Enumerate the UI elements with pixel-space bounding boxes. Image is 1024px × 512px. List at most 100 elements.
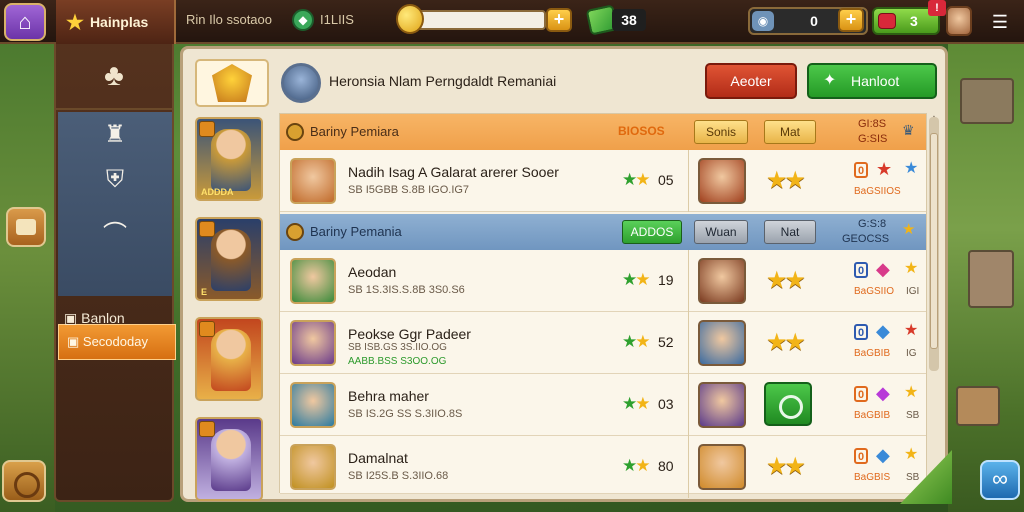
star-icon: ★ [904, 384, 919, 401]
add-energy-button[interactable]: + [838, 8, 864, 32]
group-header[interactable]: Bariny Pemania ADDOS Wuan Nat G:S:8 GEOC… [280, 214, 926, 250]
nav-item-banlon[interactable]: ▣ Banlon [56, 300, 174, 336]
pin-icon [199, 421, 215, 437]
table-row[interactable]: Peokse Ggr Padeer SB ISB.GS 3S.IIO.OG ★★ 52… [280, 312, 926, 374]
meta-code: BaGBIS [854, 472, 891, 483]
upgrade-button[interactable] [764, 382, 812, 426]
title-tab[interactable]: ★ Hainplas [56, 0, 176, 44]
ruby-icon [878, 13, 896, 29]
item-name: Damalnat [348, 450, 408, 466]
action-red-button[interactable]: Aeoter [705, 63, 797, 99]
scroll-thumb[interactable] [930, 133, 938, 349]
hero-figure [211, 129, 251, 191]
item-portrait[interactable] [698, 258, 746, 304]
hero-card[interactable] [195, 317, 263, 401]
player-avatar[interactable] [946, 6, 972, 36]
hero-figure [211, 229, 251, 291]
meta-code: BaGBIB [854, 410, 891, 421]
nav-active-label: Secododay [82, 334, 148, 349]
item-portrait[interactable] [698, 320, 746, 366]
meta-code: BaGSIIO [854, 286, 895, 297]
stars-icon: ★★ [766, 329, 806, 356]
hero-card[interactable]: E [195, 217, 263, 301]
arch-icon[interactable]: ⌒ [58, 214, 172, 249]
item-subtitle: SB I5GBB S.8B IGO.IG7 [348, 184, 470, 196]
hero-figure [211, 429, 251, 491]
cash-value: 38 [612, 9, 646, 31]
group-chip[interactable]: Mat [764, 120, 816, 144]
rating-stars-icon: ★★ [622, 332, 651, 351]
action-green-button[interactable]: Hanloot [807, 63, 937, 99]
menu-button[interactable]: ☰ [982, 8, 1018, 36]
item-extra: AABB.BSS S3OO.OG [348, 356, 447, 367]
item-portrait[interactable] [698, 444, 746, 490]
group-value: BIOSOS [618, 124, 665, 138]
pin-icon [199, 221, 215, 237]
meta-number: 0 [854, 448, 868, 464]
item-portrait[interactable] [698, 158, 746, 204]
meta-code-2: IG [906, 348, 917, 359]
rating-number: 80 [658, 458, 674, 474]
item-portrait[interactable] [698, 382, 746, 428]
home-button[interactable]: ⌂ [4, 3, 46, 41]
gem-shape-icon: ◆ [876, 383, 890, 403]
top-bar: ⌂ ★ Hainplas Rin Ilo ssotaoo ◆ I1LIIS + … [0, 0, 1024, 44]
alert-badge[interactable]: ! [928, 0, 946, 16]
table-row[interactable]: Damalnat SB I25S.B S.3IIO.68 ★★ 80 ★★ 0 ◆ ★ BaGB… [280, 436, 926, 498]
group-chip[interactable]: Sonis [694, 120, 748, 144]
scroll-button[interactable] [6, 207, 46, 247]
item-name: Behra maher [348, 388, 429, 404]
group-header[interactable]: Bariny Pemiara BIOSOS Sonis Mat GI:8S G:… [280, 114, 926, 150]
star-icon: ★ [902, 221, 916, 238]
rating-number: 19 [658, 272, 674, 288]
item-name: Peokse Ggr Padeer [348, 326, 471, 342]
nav-item2-label: Banlon [81, 310, 125, 326]
group-icon [286, 223, 304, 241]
panel-header: Heronsia Nlam Perngdaldt Remaniai Aeoter… [183, 49, 945, 111]
star-icon: ★ [904, 260, 919, 277]
link-button[interactable] [980, 460, 1020, 500]
hero-column: ADDDA E [195, 113, 267, 501]
item-meta: 0 ◆ ★ BaGBIS SB [854, 444, 924, 492]
crest-badge [195, 59, 269, 107]
add-coins-button[interactable]: + [546, 8, 572, 32]
scrollbar[interactable] [929, 117, 939, 371]
gem-shape-icon: ★ [876, 159, 893, 179]
table-row[interactable]: Nadih Isag A Galarat arerer Sooer SB I5GB… [280, 150, 926, 212]
group-num-bottom: GEOCSS [842, 233, 890, 245]
roster-table: Bariny Pemiara BIOSOS Sonis Mat GI:8S G:… [279, 113, 927, 498]
item-subtitle: SB ISB.GS 3S.IIO.OG [348, 342, 447, 353]
settings-wrench-button[interactable] [2, 460, 46, 502]
table-row[interactable]: Behra maher SB IS.2G SS S.3IIO.8S ★★ 03 0 ◆ ★ B… [280, 374, 926, 436]
group-name: Bariny Pemiara [310, 124, 399, 139]
meta-number: 0 [854, 324, 868, 340]
castle-icon[interactable]: ♜ [58, 120, 172, 149]
rating-number: 52 [658, 334, 674, 350]
hero-card[interactable] [195, 417, 263, 501]
item-meta: 0 ◆ ★ BaGBIB SB [854, 382, 924, 430]
resource-label-2: I1LIIS [320, 12, 354, 27]
main-panel: Heronsia Nlam Perngdaldt Remaniai Aeoter… [180, 46, 948, 502]
table-row[interactable]: Aeodan SB 1S.3IS.S.8B 3S0.S6 ★★ 19 ★★ 0 ◆ ★ BaGS… [280, 250, 926, 312]
star-icon: ★ [904, 160, 919, 177]
meta-number: 0 [854, 162, 868, 178]
item-subtitle: SB 1S.3IS.S.8B 3S0.S6 [348, 284, 465, 296]
divider [688, 312, 689, 374]
scenery-right [948, 40, 1024, 512]
group-chip[interactable]: ADDOS [622, 220, 682, 244]
home-icon: ⌂ [18, 9, 32, 34]
header-avatar[interactable] [281, 63, 321, 103]
star-icon: ★ [66, 11, 84, 34]
gem-value: 3 [910, 13, 918, 29]
tree-icon[interactable]: ♣ [56, 44, 172, 110]
meta-code: BaGSIIOS [854, 186, 901, 197]
item-subtitle: SB IS.2G SS S.3IIO.8S [348, 408, 463, 420]
hero-card[interactable]: ADDDA [195, 117, 263, 201]
group-chip[interactable]: Nat [764, 220, 816, 244]
scenery-left [0, 40, 55, 512]
meta-code-2: SB [906, 472, 920, 483]
item-meta: 0 ★ ★ BaGSIIOS [854, 158, 924, 206]
item-avatar [290, 444, 336, 490]
group-chip[interactable]: Wuan [694, 220, 748, 244]
shield-icon[interactable]: ⛨ [58, 166, 172, 194]
